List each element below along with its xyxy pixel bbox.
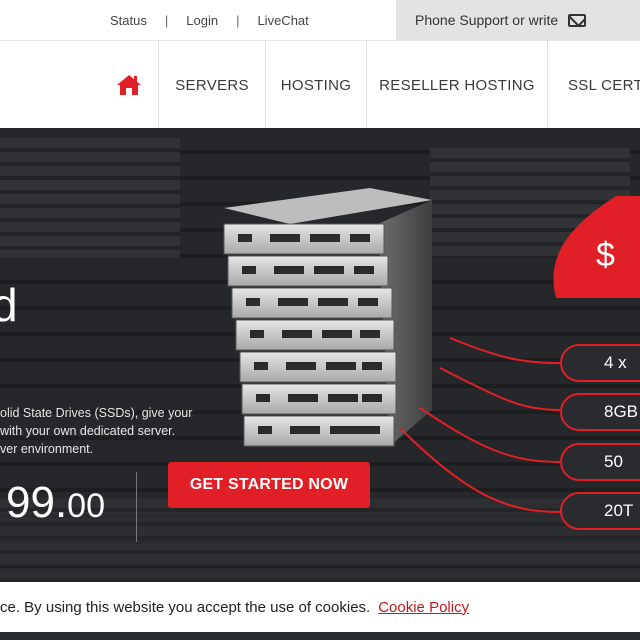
login-link[interactable]: Login [186, 13, 218, 28]
badge-price-text: $ [596, 236, 615, 274]
hero-banner: $ 4 x 8GB 50 20T d olid State Drives (SS… [0, 128, 640, 598]
bottom-strip [0, 632, 640, 640]
envelope-icon [568, 13, 587, 27]
main-navigation: SERVERS HOSTING RESELLER HOSTING SSL CER… [0, 40, 640, 129]
phone-support-button[interactable]: Phone Support or write [396, 0, 640, 40]
hero-description-line: ver environment. [0, 442, 94, 456]
separator: | [164, 12, 169, 28]
get-started-button[interactable]: GET STARTED NOW [168, 462, 370, 508]
top-utility-bar: Status | Login | LiveChat Phone Support … [0, 0, 640, 40]
cookie-banner: ce. By using this website you accept the… [0, 582, 640, 632]
price-main: 99. [6, 478, 68, 527]
price-divider [136, 472, 137, 542]
cookie-policy-link[interactable]: Cookie Policy [378, 599, 469, 616]
top-links: Status | Login | LiveChat [110, 0, 309, 40]
livechat-link[interactable]: LiveChat [257, 13, 308, 28]
home-icon [117, 75, 141, 95]
home-button[interactable] [100, 41, 158, 129]
hero-title: d [0, 279, 18, 331]
spec-pill: 8GB [560, 393, 640, 431]
status-link[interactable]: Status [110, 13, 147, 28]
spec-pill: 20T [560, 492, 640, 530]
nav-reseller-hosting[interactable]: RESELLER HOSTING [366, 41, 547, 129]
nav-hosting[interactable]: HOSTING [265, 41, 366, 129]
spec-pill: 50 [560, 443, 640, 481]
spec-pill: 4 x [560, 344, 640, 382]
nav-ssl-certificates[interactable]: SSL CERTI [547, 41, 640, 129]
hero-description-line: with your own dedicated server. [0, 424, 176, 438]
price-cents: 00 [67, 487, 105, 525]
cookie-text: ce. By using this website you accept the… [0, 598, 371, 616]
separator: | [236, 12, 240, 28]
price: 99.00 [6, 478, 105, 528]
nav-servers[interactable]: SERVERS [158, 41, 265, 129]
support-label: Phone Support or write [415, 12, 559, 28]
hero-description: olid State Drives (SSDs), give your with… [0, 404, 210, 458]
price-badge [553, 196, 640, 298]
hero-description-line: olid State Drives (SSDs), give your [0, 406, 193, 420]
